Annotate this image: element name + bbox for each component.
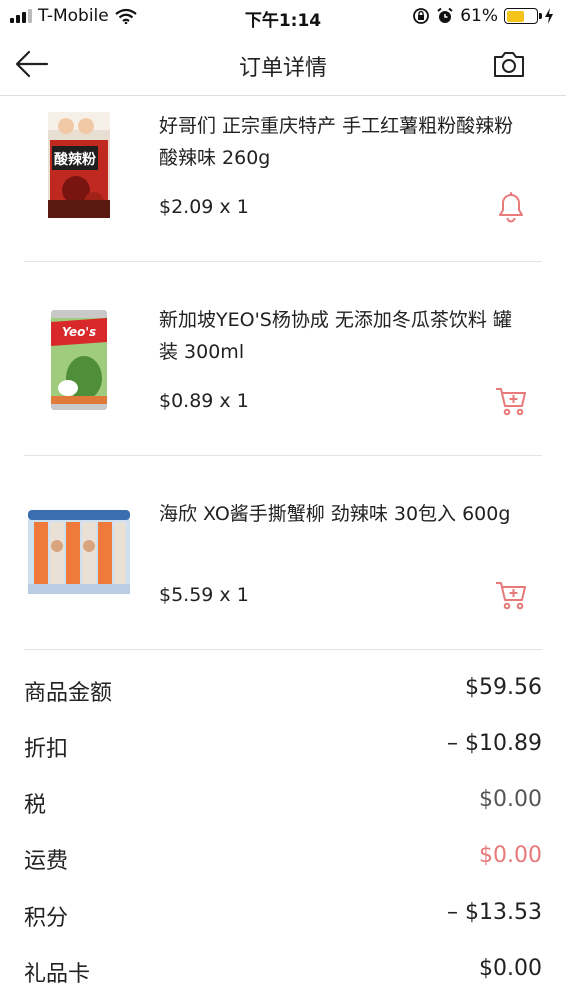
summary-label: 折扣 [24, 737, 69, 762]
summary-value: – $10.89 [447, 731, 542, 756]
product-price: $5.59 x 1 [159, 584, 249, 606]
product-image-label: Yeo's [62, 325, 96, 339]
status-bar: T-Mobile 下午1:14 61% [0, 0, 566, 34]
summary-shipping: 运费 $0.00 [24, 831, 542, 887]
summary-discount: 折扣 – $10.89 [24, 719, 542, 775]
product-name[interactable]: 好哥们 正宗重庆特产 手工红薯粗粉酸辣粉 酸辣味 260g [159, 110, 519, 174]
bell-icon[interactable] [494, 188, 528, 224]
summary-value: $59.56 [465, 675, 542, 700]
alarm-icon [437, 7, 453, 23]
summary-label: 运费 [24, 849, 69, 874]
summary-tax: 税 $0.00 [24, 775, 542, 831]
summary-subtotal: 商品金额 $59.56 [24, 663, 542, 719]
order-item[interactable]: 酸辣粉 好哥们 正宗重庆特产 手工红薯粗粉酸辣粉 酸辣味 260g $2.09 … [0, 68, 566, 262]
product-price: $2.09 x 1 [159, 196, 249, 218]
product-name[interactable]: 海欣 XO酱手撕蟹柳 劲辣味 30包入 600g [159, 498, 519, 530]
summary-value: – $13.53 [447, 900, 542, 925]
item-divider [24, 649, 542, 650]
battery-icon [504, 8, 542, 24]
summary-label: 礼品卡 [24, 962, 91, 987]
summary-points: 积分 – $13.53 [24, 888, 542, 944]
product-name[interactable]: 新加坡YEO'S杨协成 无添加冬瓜茶饮料 罐装 300ml [159, 304, 519, 368]
summary-gift-card: 礼品卡 $0.00 [24, 944, 542, 1000]
orientation-lock-icon [413, 8, 430, 24]
order-item[interactable]: Yeo's 新加坡YEO'S杨协成 无添加冬瓜茶饮料 罐装 300ml $0.8… [0, 262, 566, 456]
product-price: $0.89 x 1 [159, 390, 249, 412]
add-to-cart-icon[interactable] [494, 576, 528, 612]
product-image-label: 酸辣粉 [54, 151, 96, 168]
battery-percent: 61% [460, 6, 498, 26]
status-right: 61% [412, 6, 554, 26]
summary-label: 积分 [24, 906, 69, 931]
order-item[interactable]: 海欣 XO酱手撕蟹柳 劲辣味 30包入 600g $5.59 x 1 [0, 456, 566, 650]
summary-value: $0.00 [479, 956, 542, 981]
summary-label: 商品金额 [24, 681, 113, 706]
product-image[interactable]: Yeo's [24, 306, 134, 416]
product-image[interactable]: 酸辣粉 [24, 112, 134, 222]
summary-value: $0.00 [479, 787, 542, 812]
charging-icon [545, 8, 553, 24]
product-image[interactable] [24, 500, 134, 610]
add-to-cart-icon[interactable] [494, 382, 528, 418]
summary-label: 税 [24, 793, 47, 818]
summary-value: $0.00 [479, 843, 542, 868]
